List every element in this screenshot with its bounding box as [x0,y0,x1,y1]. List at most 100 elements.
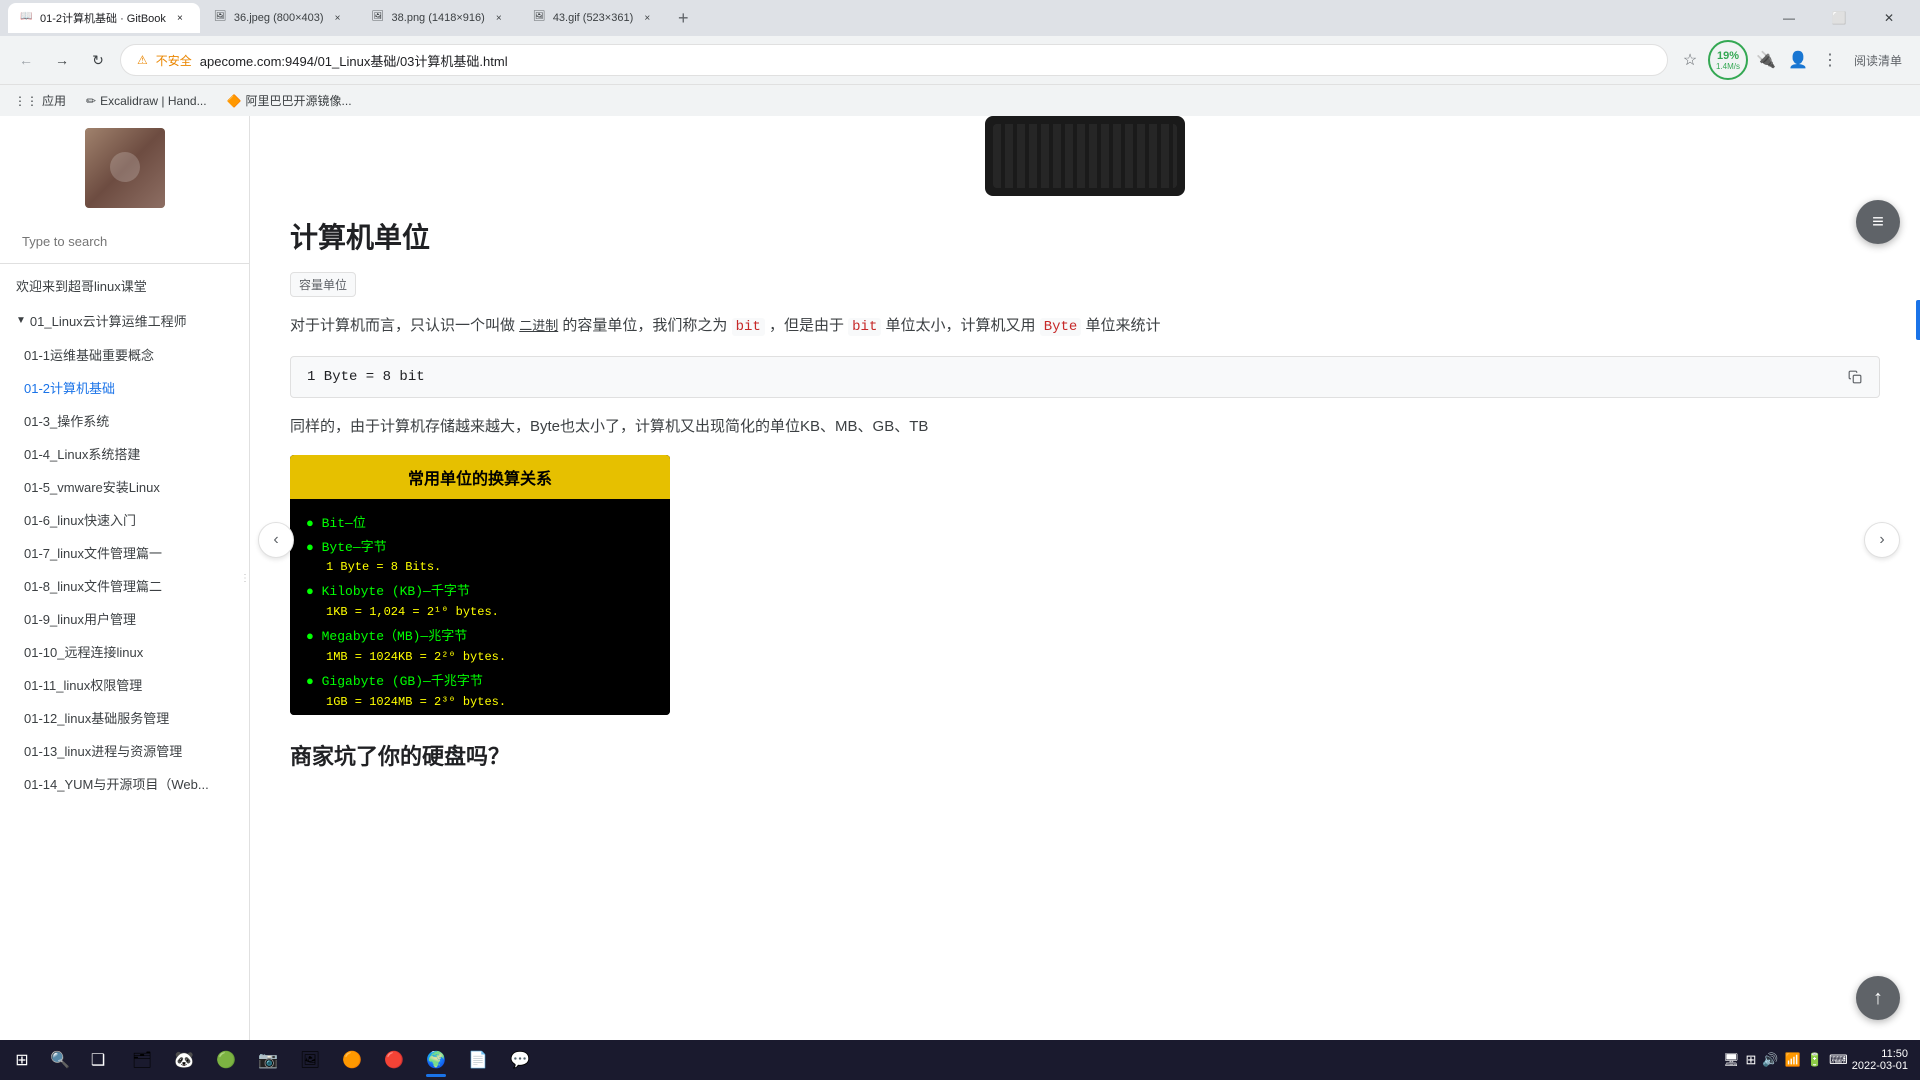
new-tab-button[interactable]: + [669,4,697,32]
byte-code: Byte [1040,318,1082,336]
bookmark-star-icon[interactable]: ☆ [1676,46,1704,74]
body-text: 同样的，由于计算机存储越来越大，Byte也太小了，计算机又出现简化的单位KB、M… [290,414,1880,440]
avatar-image [85,128,165,208]
taskbar-icon-8: 📄 [468,1050,488,1070]
unit-row-0: ● Bit—位 [306,512,654,531]
tab-3-close[interactable]: × [491,10,507,26]
taskbar-app-7[interactable]: 🔴 [374,1041,414,1079]
bookmark-alibaba-icon: 🔶 [227,94,242,108]
sidebar-item-01-13[interactable]: 01-13_linux进程与资源管理 [0,734,249,767]
tab-2-favicon: 🖼 [214,11,228,25]
taskbar-app-chrome[interactable]: 🌍 [416,1041,456,1079]
unit-row-4: ● Gigabyte (GB)—千兆字节 [306,670,654,689]
sidebar-avatar [85,128,165,208]
code-block: 1 Byte = 8 bit [290,356,1880,398]
close-button[interactable]: ✕ [1866,0,1912,36]
tab-2-close[interactable]: × [330,10,346,26]
taskbar-app-wechat[interactable]: 💬 [500,1041,540,1079]
sidebar-item-01-14[interactable]: 01-14_YUM与开源项目（Web... [0,767,249,800]
taskbar-icon-3: 🟢 [216,1050,236,1070]
taskbar-app-1[interactable]: 🗂 [122,1041,162,1079]
scroll-top-button[interactable]: ↑ [1856,976,1900,1020]
sidebar-item-01-1[interactable]: 01-1运维基础重要概念 [0,338,249,371]
prev-page-button[interactable]: ‹ [258,522,294,558]
taskbar-battery-icon: 🔋 [1807,1052,1823,1068]
maximize-button[interactable]: ⬜ [1816,0,1862,36]
bookmark-alibaba-label: 阿里巴巴开源镜像... [246,92,352,109]
fab-menu-button[interactable]: ≡ [1856,200,1900,244]
sidebar-item-01-12[interactable]: 01-12_linux基础服务管理 [0,701,249,734]
bookmark-excalidraw[interactable]: ✏ Excalidraw | Hand... [80,92,213,110]
bookmark-alibaba[interactable]: 🔶 阿里巴巴开源镜像... [221,90,358,111]
unit-image: 常用单位的换算关系 ● Bit—位 ● Byte—字节 1 Byte = 8 B… [290,455,670,715]
forward-button[interactable]: → [48,46,76,74]
speed-badge[interactable]: 19% 1.4M/s [1708,40,1748,80]
taskbar-icon-5: 🖼 [300,1050,320,1070]
sidebar-item-01-3[interactable]: 01-3_操作系统 [0,404,249,437]
tab-4-close[interactable]: × [639,10,655,26]
tab-3-title: 38.png (1418×916) [392,12,485,24]
sidebar-item-01-9[interactable]: 01-9_linux用户管理 [0,602,249,635]
unit-row-3-label: Megabyte（MB)—兆字节 [322,629,468,644]
taskbar-time-value: 11:50 [1852,1048,1908,1060]
tab-3[interactable]: 🖼 38.png (1418×916) × [360,3,519,33]
tab-1[interactable]: 📖 01-2计算机基础 · GitBook × [8,3,200,33]
tab-1-close[interactable]: × [172,10,188,26]
taskbar-app-5[interactable]: 🖼 [290,1041,330,1079]
sidebar-item-01-11[interactable]: 01-11_linux权限管理 [0,668,249,701]
tab-2[interactable]: 🖼 36.jpeg (800×403) × [202,3,358,33]
copy-button[interactable] [1843,365,1867,389]
bookmark-apps-label: 应用 [42,92,66,109]
sidebar-item-01-5[interactable]: 01-5_vmware安装Linux [0,470,249,503]
sidebar-item-01-5-label: 01-5_vmware安装Linux [24,480,160,495]
taskbar-app-2[interactable]: 🐼 [164,1041,204,1079]
reload-button[interactable]: ↻ [84,46,112,74]
sidebar-item-01-7[interactable]: 01-7_linux文件管理篇一 [0,536,249,569]
bookmark-apps[interactable]: ⋮⋮ 应用 [8,90,72,111]
taskbar-network-icon: 📶 [1785,1052,1801,1068]
binary-link[interactable]: 二进制 [519,318,558,333]
read-mode-icon[interactable]: 阅读清单 [1848,46,1908,74]
sidebar-item-01-1-label: 01-1运维基础重要概念 [24,348,154,363]
sidebar-item-01-10[interactable]: 01-10_远程连接linux [0,635,249,668]
browser-chrome: 📖 01-2计算机基础 · GitBook × 🖼 36.jpeg (800×4… [0,0,1920,116]
search-button[interactable]: 🔍 [42,1042,78,1078]
speed-rate: 1.4M/s [1716,62,1740,71]
taskbar-app-8[interactable]: 📄 [458,1041,498,1079]
next-page-button[interactable]: › [1864,522,1900,558]
taskbar-date-value: 2022-03-01 [1852,1060,1908,1072]
tag-badge: 容量单位 [290,272,356,297]
taskbar-app-4[interactable]: 📷 [248,1041,288,1079]
sidebar-item-welcome[interactable]: 欢迎来到超哥linux课堂 [0,268,249,303]
sidebar-item-01-6[interactable]: 01-6_linux快速入门 [0,503,249,536]
taskview-button[interactable]: ❑ [80,1042,116,1078]
sidebar-item-group-01[interactable]: ▼ 01_Linux云计算运维工程师 [0,303,249,338]
sidebar-item-01-4[interactable]: 01-4_Linux系统搭建 [0,437,249,470]
sidebar-item-01-4-label: 01-4_Linux系统搭建 [24,447,140,462]
sidebar-item-01-13-label: 01-13_linux进程与资源管理 [24,744,182,759]
address-input[interactable]: ⚠ 不安全 apecome.com:9494/01_Linux基础/03计算机基… [120,44,1668,76]
tab-2-title: 36.jpeg (800×403) [234,12,324,24]
intro-text-4: 单位太小，计算机又用 [886,317,1036,334]
search-input[interactable] [12,228,237,255]
taskbar-app-3[interactable]: 🟢 [206,1041,246,1079]
sidebar-item-01-11-label: 01-11_linux权限管理 [24,678,142,693]
unit-image-inner: 常用单位的换算关系 ● Bit—位 ● Byte—字节 1 Byte = 8 B… [290,455,670,715]
start-button[interactable]: ⊞ [4,1042,40,1078]
taskbar-app-6[interactable]: 🟠 [332,1041,372,1079]
tab-4[interactable]: 🖼 43.gif (523×361) × [521,3,667,33]
back-button[interactable]: ← [12,46,40,74]
intro-text-1: 对于计算机而言，只认识一个叫做 [290,317,515,334]
sidebar-nav-group-items: 01-1运维基础重要概念 01-2计算机基础 01-3_操作系统 01-4_Li… [0,338,249,800]
sidebar-item-01-2[interactable]: 01-2计算机基础 [0,371,249,404]
sidebar-item-01-9-label: 01-9_linux用户管理 [24,612,136,627]
profile-icon[interactable]: 👤 [1784,46,1812,74]
unit-row-4-label: Gigabyte (GB)—千兆字节 [322,674,483,689]
sidebar-item-01-8[interactable]: 01-8_linux文件管理篇二 [0,569,249,602]
sidebar-drag-handle[interactable]: ⋮ [241,558,249,598]
extensions-icon[interactable]: 🔌 [1752,46,1780,74]
unit-row-1: ● Byte—字节 [306,536,654,555]
settings-icon[interactable]: ⋮ [1816,46,1844,74]
taskbar-icon-chrome: 🌍 [426,1050,446,1070]
minimize-button[interactable]: — [1766,0,1812,36]
